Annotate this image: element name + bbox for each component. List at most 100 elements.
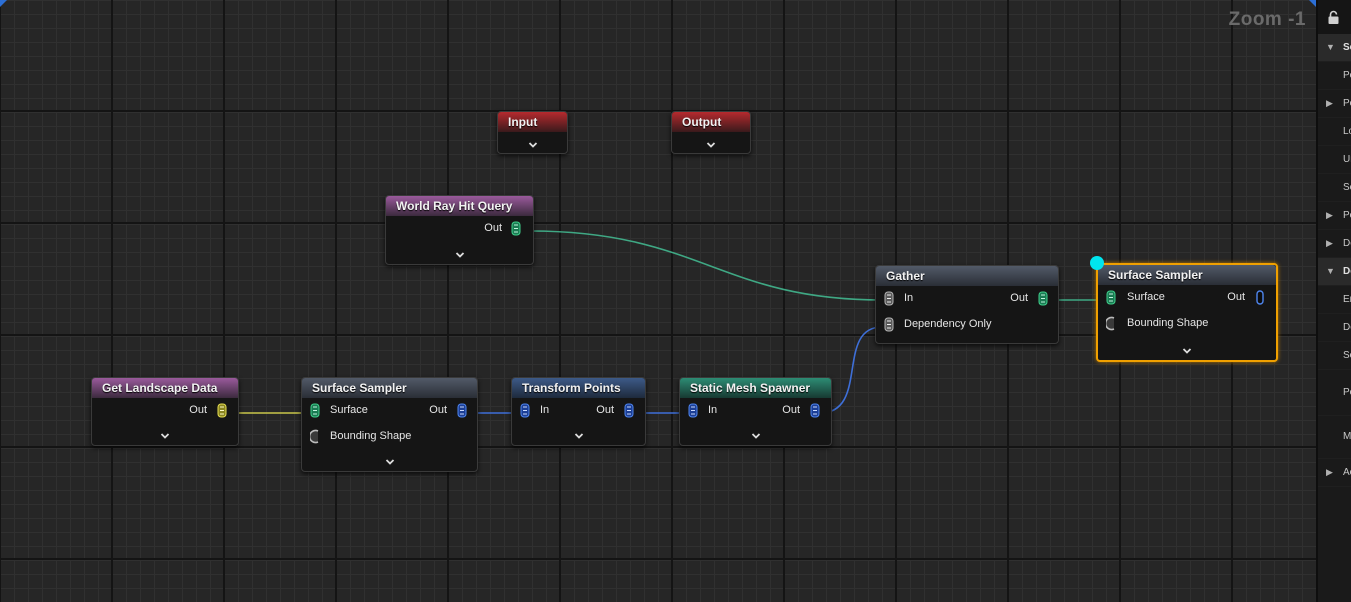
pin-row: Dependency Only xyxy=(876,312,1058,338)
details-category-row[interactable]: ▶ Ac xyxy=(1318,459,1351,487)
details-row-label: De xyxy=(1343,322,1351,333)
details-property-row[interactable]: En xyxy=(1318,286,1351,314)
landscape-data-pin-icon[interactable] xyxy=(217,403,227,418)
node-output[interactable]: Output xyxy=(671,111,751,154)
point-data-input-pin-icon[interactable] xyxy=(520,403,530,418)
point-data-pin-icon[interactable] xyxy=(1255,290,1265,305)
collapsed-arrow-icon[interactable]: ▶ xyxy=(1326,210,1333,221)
details-category-row[interactable]: ▶ Po xyxy=(1318,202,1351,230)
graph-canvas[interactable]: Zoom -1 Input Output World Ray Hit Query… xyxy=(0,0,1316,602)
graph-corner-marker xyxy=(0,0,7,7)
expand-chevron-icon[interactable] xyxy=(455,250,465,260)
details-category-row[interactable]: ▶ Po xyxy=(1318,90,1351,118)
input-pin-label: Bounding Shape xyxy=(330,430,412,442)
node-surface-sampler[interactable]: Surface Sampler Surface Out Bounding Sha… xyxy=(301,377,478,472)
details-row-label: Ur xyxy=(1343,154,1351,165)
pin-row: Bounding Shape xyxy=(302,424,477,450)
details-property-row[interactable]: Se xyxy=(1318,174,1351,202)
node-title: World Ray Hit Query xyxy=(386,196,533,216)
details-row-label: Po xyxy=(1343,210,1351,221)
surface-input-pin-icon[interactable] xyxy=(310,403,320,418)
output-pin-label: Out xyxy=(429,404,447,416)
details-row-label: En xyxy=(1343,294,1351,305)
output-pin-label: Out xyxy=(1227,291,1245,303)
details-category-row[interactable]: ▼ De xyxy=(1318,258,1351,286)
expanded-arrow-icon[interactable]: ▼ xyxy=(1326,266,1335,276)
expand-chevron-icon[interactable] xyxy=(1182,346,1192,356)
node-gather[interactable]: Gather In Out Dependency Only xyxy=(875,265,1059,344)
node-title: Output xyxy=(672,112,750,132)
details-row-label: Po xyxy=(1343,387,1351,398)
input-pin-label: In xyxy=(904,292,914,304)
pin-row: In Out xyxy=(876,286,1058,312)
details-row-label: Po xyxy=(1343,70,1351,81)
node-title: Gather xyxy=(876,266,1058,286)
any-data-pin-icon[interactable] xyxy=(1038,291,1048,306)
input-pin-label: Surface xyxy=(1127,291,1165,303)
debug-point-marker[interactable] xyxy=(1090,256,1104,270)
node-static-mesh-spawner[interactable]: Static Mesh Spawner In Out xyxy=(679,377,832,446)
details-row-label: Po xyxy=(1343,98,1351,109)
node-input[interactable]: Input xyxy=(497,111,568,154)
node-title: Get Landscape Data xyxy=(92,378,238,398)
details-lock-bar xyxy=(1318,0,1351,34)
pin-row: Bounding Shape xyxy=(1098,311,1276,337)
expand-chevron-icon[interactable] xyxy=(528,140,538,150)
input-pin-label: Bounding Shape xyxy=(1127,317,1209,329)
expand-chevron-icon[interactable] xyxy=(751,431,761,441)
node-get-landscape-data[interactable]: Get Landscape Data Out xyxy=(91,377,239,446)
dependency-pin-icon[interactable] xyxy=(884,317,894,332)
collapsed-arrow-icon[interactable]: ▶ xyxy=(1326,467,1333,478)
node-world-ray-hit-query[interactable]: World Ray Hit Query Out xyxy=(385,195,534,265)
wire-worldray-to-gather[interactable] xyxy=(529,230,883,301)
input-pin-label: In xyxy=(708,404,718,416)
expand-chevron-icon[interactable] xyxy=(160,431,170,441)
details-category-row[interactable]: ▶ De xyxy=(1318,230,1351,258)
point-data-pin-icon[interactable] xyxy=(511,221,521,236)
details-row-label: Lo xyxy=(1343,126,1351,137)
details-row-label: Se xyxy=(1343,182,1351,193)
bounding-shape-pin-icon[interactable] xyxy=(1106,316,1116,331)
point-data-input-pin-icon[interactable] xyxy=(688,403,698,418)
details-row-label: M xyxy=(1343,431,1351,442)
details-row-label: So xyxy=(1343,350,1351,361)
details-property-row[interactable]: M xyxy=(1318,416,1351,459)
point-data-pin-icon[interactable] xyxy=(457,403,467,418)
point-data-pin-icon[interactable] xyxy=(624,403,634,418)
details-row-label: De xyxy=(1343,238,1351,249)
bounding-shape-pin-icon[interactable] xyxy=(310,429,320,444)
details-row-label: Se xyxy=(1343,42,1351,53)
pin-row: In Out xyxy=(680,398,831,424)
surface-input-pin-icon[interactable] xyxy=(1106,290,1116,305)
details-property-row[interactable]: De xyxy=(1318,314,1351,342)
node-title: Surface Sampler xyxy=(1098,265,1276,285)
expanded-arrow-icon[interactable]: ▼ xyxy=(1326,42,1335,52)
pin-row: Out xyxy=(92,398,238,424)
output-pin-label: Out xyxy=(189,404,207,416)
details-row-label: Ac xyxy=(1343,467,1351,478)
details-category-row[interactable]: ▼ Se xyxy=(1318,34,1351,62)
details-property-row[interactable]: Po xyxy=(1318,62,1351,90)
point-data-pin-icon[interactable] xyxy=(810,403,820,418)
collapsed-arrow-icon[interactable]: ▶ xyxy=(1326,238,1333,249)
pin-row: Out xyxy=(386,216,533,242)
output-pin-label: Out xyxy=(596,404,614,416)
details-property-row[interactable]: Ur xyxy=(1318,146,1351,174)
details-panel: ▼ Se Po ▶ Po Lo Ur Se ▶ Po ▶ De ▼ De En De So Po M ▶ Ac xyxy=(1316,0,1351,602)
input-pin-label: Dependency Only xyxy=(904,318,992,330)
input-pin-label: In xyxy=(540,404,550,416)
output-pin-label: Out xyxy=(782,404,800,416)
details-property-row[interactable]: Po xyxy=(1318,370,1351,416)
collapsed-arrow-icon[interactable]: ▶ xyxy=(1326,98,1333,109)
expand-chevron-icon[interactable] xyxy=(574,431,584,441)
node-surface-sampler-selected[interactable]: Surface Sampler Surface Out Bounding Sha… xyxy=(1096,263,1278,362)
details-property-row[interactable]: Lo xyxy=(1318,118,1351,146)
details-property-row[interactable]: So xyxy=(1318,342,1351,370)
pin-row: In Out xyxy=(512,398,645,424)
output-pin-label: Out xyxy=(1010,292,1028,304)
lock-icon[interactable] xyxy=(1327,10,1340,25)
expand-chevron-icon[interactable] xyxy=(385,457,395,467)
any-data-input-pin-icon[interactable] xyxy=(884,291,894,306)
node-transform-points[interactable]: Transform Points In Out xyxy=(511,377,646,446)
expand-chevron-icon[interactable] xyxy=(706,140,716,150)
